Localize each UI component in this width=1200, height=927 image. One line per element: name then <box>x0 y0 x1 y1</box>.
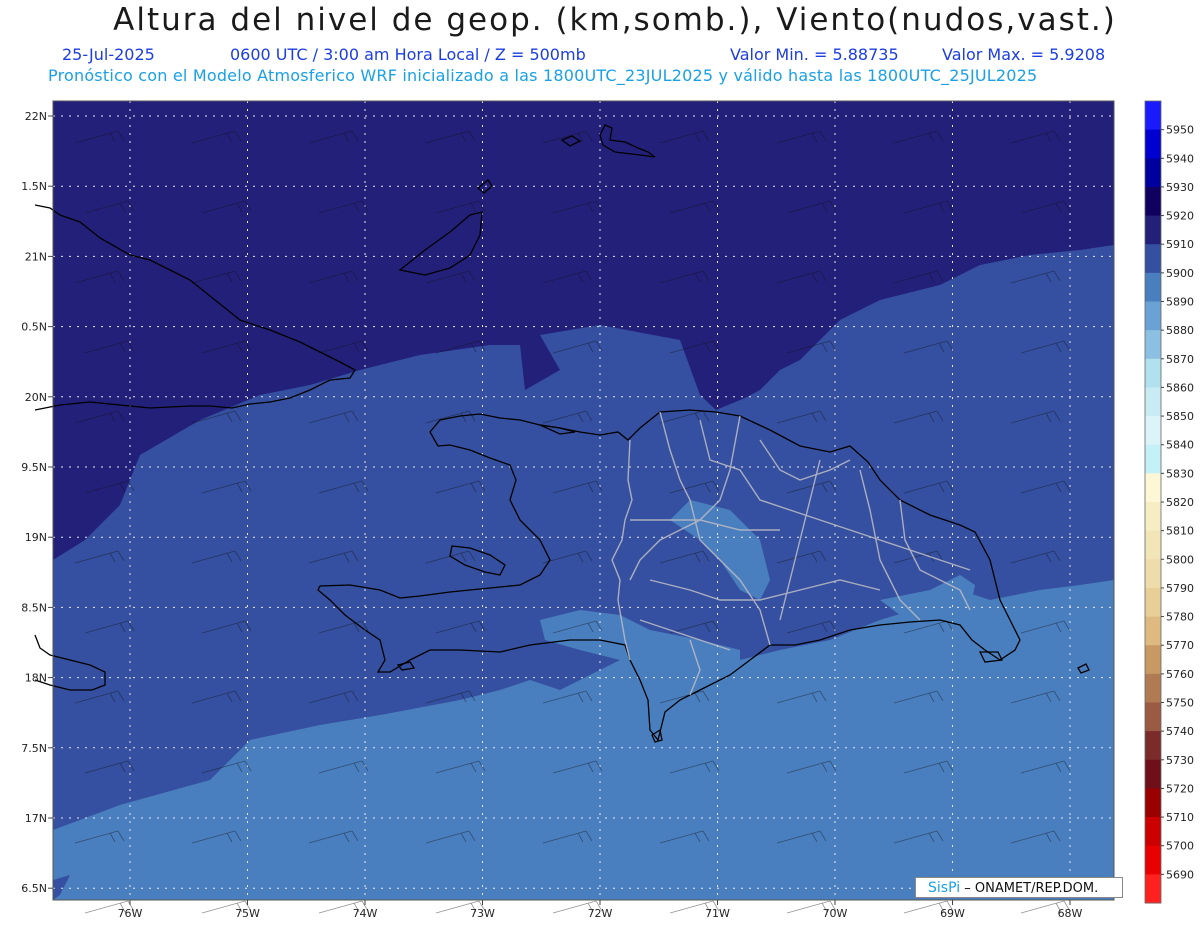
colorbar-label: 5840 <box>1166 439 1194 452</box>
colorbar-label: 5930 <box>1166 181 1194 194</box>
colorbar-label: 5920 <box>1166 210 1194 223</box>
colorbar-label: 5830 <box>1166 467 1194 480</box>
colorbar-label: 5710 <box>1166 811 1194 824</box>
lon-label: 72W <box>588 907 613 920</box>
colorbar-label: 5730 <box>1166 754 1194 767</box>
colorbar-label: 5810 <box>1166 525 1194 538</box>
colorbar-swatch <box>1145 244 1161 274</box>
lon-label: 68W <box>1058 907 1083 920</box>
colorbar-label: 5780 <box>1166 611 1194 624</box>
lon-label: 69W <box>940 907 965 920</box>
lat-label: 19N <box>25 531 47 544</box>
colorbar-swatch <box>1145 330 1161 360</box>
colorbar-swatch <box>1145 502 1161 532</box>
colorbar-swatch <box>1145 645 1161 675</box>
colorbar-swatch <box>1145 473 1161 503</box>
colorbar-label: 5700 <box>1166 840 1194 853</box>
colorbar-swatch <box>1145 673 1161 703</box>
colorbar-swatch <box>1145 731 1161 761</box>
colorbar-swatch <box>1145 559 1161 589</box>
latitude-labels: 22N 1.5N 21N 0.5N 20N 9.5N 19N 8.5N 18N 7.5N 17N 6.… <box>21 110 53 895</box>
colorbar-swatch <box>1145 845 1161 875</box>
lat-label: 22N <box>25 110 47 123</box>
colorbar-swatch <box>1145 874 1161 904</box>
colorbar-swatch <box>1145 215 1161 245</box>
lat-label: 18N <box>25 672 47 685</box>
colorbar-swatch <box>1145 129 1161 159</box>
colorbar-label: 5870 <box>1166 353 1194 366</box>
lat-label: 1.5N <box>21 180 47 193</box>
colorbar-label: 5850 <box>1166 410 1194 423</box>
colorbar-label: 5790 <box>1166 582 1194 595</box>
lat-label: 0.5N <box>21 321 47 334</box>
lon-label: 73W <box>470 907 495 920</box>
lon-label: 75W <box>235 907 260 920</box>
colorbar-label: 5900 <box>1166 267 1194 280</box>
credit-text: – ONAMET/REP.DOM. <box>964 881 1099 896</box>
lon-label: 76W <box>118 907 143 920</box>
colorbar-swatch <box>1145 272 1161 302</box>
colorbar-swatch <box>1145 759 1161 789</box>
colorbar-label: 5880 <box>1166 324 1194 337</box>
colorbar-labels: 5950 5940 5930 5920 5910 5900 5890 5880 5870 5860… <box>1161 124 1194 881</box>
colorbar-swatch <box>1145 788 1161 818</box>
colorbar-swatch <box>1145 387 1161 417</box>
colorbar-swatch <box>1145 530 1161 560</box>
colorbar-swatch <box>1145 416 1161 446</box>
colorbar-swatch <box>1145 817 1161 847</box>
colorbar-label: 5690 <box>1166 868 1194 881</box>
colorbar-swatch <box>1145 101 1161 131</box>
colorbar-label: 5950 <box>1166 124 1194 137</box>
colorbar-swatch <box>1145 158 1161 188</box>
colorbar <box>1144 100 1162 904</box>
longitude-labels: 76W 75W 74W 73W 72W 71W 70W 69W 68W <box>118 900 1083 920</box>
colorbar-label: 5740 <box>1166 725 1194 738</box>
colorbar-label: 5800 <box>1166 553 1194 566</box>
lat-label: 20N <box>25 391 47 404</box>
colorbar-label: 5860 <box>1166 381 1194 394</box>
lat-label: 6.5N <box>21 882 47 895</box>
colorbar-swatch <box>1145 616 1161 646</box>
colorbar-label: 5890 <box>1166 296 1194 309</box>
shaded-field <box>53 101 1114 900</box>
colorbar-label: 5720 <box>1166 782 1194 795</box>
geopotential-map: 22N 1.5N 21N 0.5N 20N 9.5N 19N 8.5N 18N 7.5N 17N 6.… <box>21 100 1194 920</box>
lon-label: 70W <box>823 907 848 920</box>
credit-watermark: SisPi – ONAMET/REP.DOM. <box>915 877 1123 898</box>
lat-label: 8.5N <box>21 601 47 614</box>
colorbar-label: 5760 <box>1166 668 1194 681</box>
lon-label: 71W <box>705 907 730 920</box>
colorbar-label: 5910 <box>1166 238 1194 251</box>
colorbar-swatch <box>1145 444 1161 474</box>
colorbar-label: 5750 <box>1166 697 1194 710</box>
colorbar-label: 5820 <box>1166 496 1194 509</box>
colorbar-swatch <box>1145 301 1161 331</box>
lat-label: 7.5N <box>21 742 47 755</box>
colorbar-label: 5940 <box>1166 152 1194 165</box>
lat-label: 21N <box>25 250 47 263</box>
colorbar-label: 5770 <box>1166 639 1194 652</box>
colorbar-swatch <box>1145 358 1161 388</box>
colorbar-swatch <box>1145 587 1161 618</box>
lon-label: 74W <box>353 907 378 920</box>
lat-label: 9.5N <box>21 461 47 474</box>
sispi-logo: SisPi <box>928 880 961 896</box>
colorbar-swatch <box>1145 702 1161 732</box>
lat-label: 17N <box>25 812 47 825</box>
colorbar-swatch <box>1145 186 1161 217</box>
